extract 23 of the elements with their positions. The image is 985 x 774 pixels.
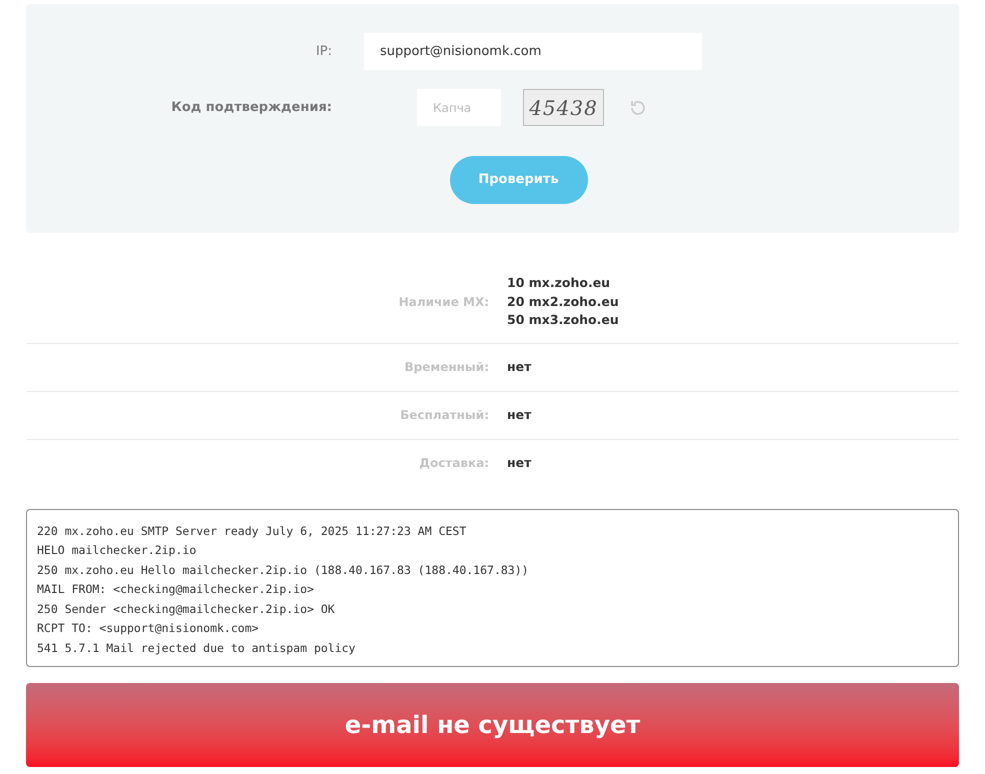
email-field[interactable]: support@nisionomk.com: [364, 33, 702, 70]
result-value: нет: [507, 358, 532, 376]
result-label: Доставка:: [418, 455, 489, 472]
result-label: Временный:: [404, 359, 489, 376]
log-line: 541 5.7.1 Mail rejected due to antispam policy: [37, 640, 356, 656]
field-label: Код подтверждения:: [170, 98, 332, 117]
log-line: 250 mx.zoho.eu Hello mailchecker.2ip.io (188.40.167.83 (188.40.167.83)): [37, 562, 530, 578]
verdict-text: e-mail не существует: [344, 710, 640, 740]
log-line: MAIL FROM: <checking@mailchecker.2ip.io>: [37, 581, 315, 598]
result-label: Наличие MX:: [398, 294, 489, 311]
log-line: 220 mx.zoho.eu SMTP Server ready July 6, 2025 11:27:23 AM CEST: [37, 522, 468, 540]
log-line: 250 Sender <checking@mailchecker.2ip.io> OK: [37, 600, 336, 618]
log-line: HELO mailchecker.2ip.io: [37, 542, 198, 559]
field-label: IP:: [314, 42, 332, 61]
result-label: Бесплатный:: [399, 407, 489, 424]
result-value: нет: [507, 454, 532, 472]
captcha-field[interactable]: Капча: [417, 89, 501, 126]
result-value: 10 mx.zoho.eu: [507, 274, 612, 292]
captcha-image: 45438: [523, 89, 604, 126]
result-value: нет: [507, 406, 532, 424]
log-line: RCPT TO: <support@nisionomk.com>: [37, 620, 260, 637]
result-value: 50 mx3.zoho.eu: [507, 311, 619, 329]
result-value: 20 mx2.zoho.eu: [507, 292, 619, 310]
